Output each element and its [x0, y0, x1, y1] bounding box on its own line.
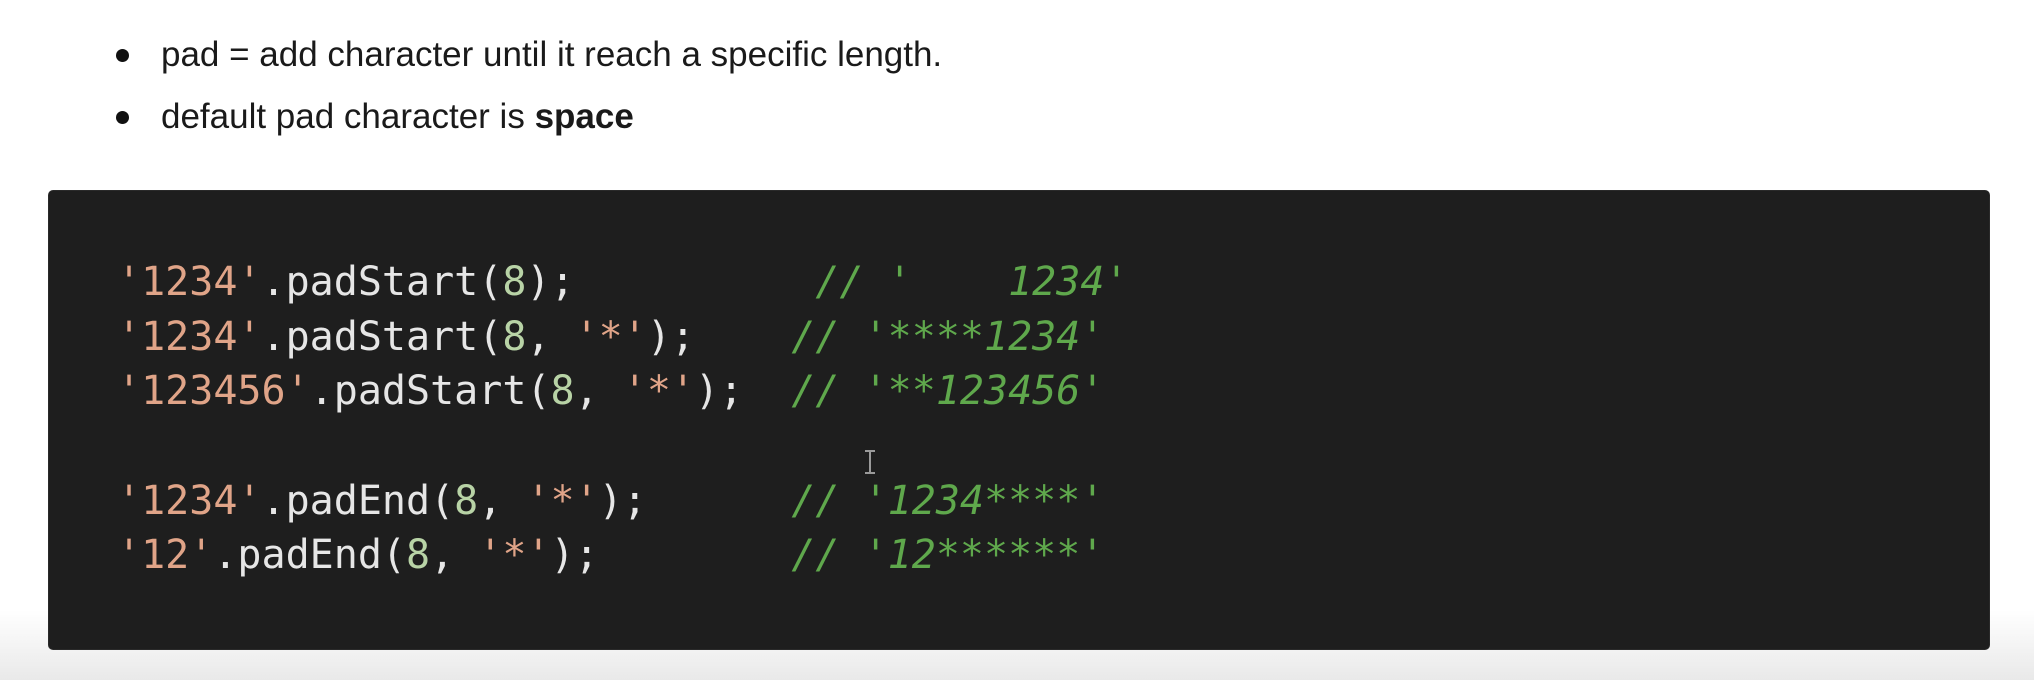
bullet-text: default pad character is	[161, 97, 535, 136]
code-comment: // '1234****'	[791, 477, 1105, 524]
code-comment: // '**123456'	[791, 368, 1105, 414]
code-number: 8	[502, 259, 527, 305]
bullet-list: pad = add character until it reach a spe…	[0, 24, 942, 148]
code-close: );	[598, 477, 647, 524]
code-separator: ,	[574, 368, 623, 414]
code-line: '1234'.padStart(8); // ' 1234'	[117, 255, 1129, 310]
code-close: );	[550, 532, 599, 578]
code-close: );	[646, 313, 696, 360]
code-comment: // '12******'	[791, 532, 1105, 578]
code-comment: // ' 1234'	[815, 259, 1129, 305]
code-argument: '*'	[478, 532, 551, 578]
code-argument: '*'	[526, 477, 599, 524]
bullet-bold-text: space	[534, 97, 634, 136]
bullet-text: pad = add character until it reach a spe…	[161, 35, 943, 74]
code-method: .padStart(	[309, 368, 551, 414]
text-cursor-icon	[865, 450, 875, 474]
code-padding	[599, 532, 792, 578]
code-argument: '*'	[622, 368, 695, 414]
code-number: 8	[550, 368, 575, 414]
code-padding	[695, 314, 791, 360]
code-close: );	[526, 259, 575, 305]
code-method: .padEnd(	[261, 477, 455, 524]
bullet-item-default-pad: default pad character is space	[0, 86, 942, 148]
code-line: '12'.padEnd(8, '*'); // '12******'	[117, 528, 1129, 583]
code-method: .padStart(	[261, 259, 503, 305]
code-string: '1234'	[117, 313, 262, 360]
bullet-dot-icon	[116, 49, 129, 62]
code-padding	[647, 478, 792, 524]
code-comment: // '****1234'	[791, 313, 1105, 360]
code-string: '1234'	[117, 259, 262, 305]
code-separator: ,	[526, 313, 575, 360]
code-separator: ,	[478, 477, 527, 524]
code-content: '1234'.padStart(8); // ' 1234' '1234'.pa…	[117, 255, 1129, 583]
code-string: '1234'	[117, 477, 262, 524]
code-number: 8	[405, 532, 431, 578]
code-number: 8	[454, 477, 479, 524]
code-block: '1234'.padStart(8); // ' 1234' '1234'.pa…	[49, 191, 1989, 649]
code-close: );	[695, 368, 744, 414]
code-argument: '*'	[574, 313, 647, 360]
code-padding	[575, 259, 816, 305]
bullet-item-pad-definition: pad = add character until it reach a spe…	[0, 24, 942, 86]
code-padding	[743, 368, 791, 414]
code-line: '1234'.padEnd(8, '*'); // '1234****'	[117, 474, 1129, 529]
code-method: .padEnd(	[213, 532, 406, 578]
code-string: '12'	[117, 532, 214, 578]
code-separator: ,	[430, 532, 479, 578]
bullet-dot-icon	[116, 111, 129, 124]
code-method: .padStart(	[261, 313, 503, 360]
code-string: '123456'	[117, 368, 310, 414]
code-number: 8	[502, 313, 527, 360]
code-line: '123456'.padStart(8, '*'); // '**123456'	[117, 364, 1129, 419]
code-line: '1234'.padStart(8, '*'); // '****1234'	[117, 310, 1129, 365]
